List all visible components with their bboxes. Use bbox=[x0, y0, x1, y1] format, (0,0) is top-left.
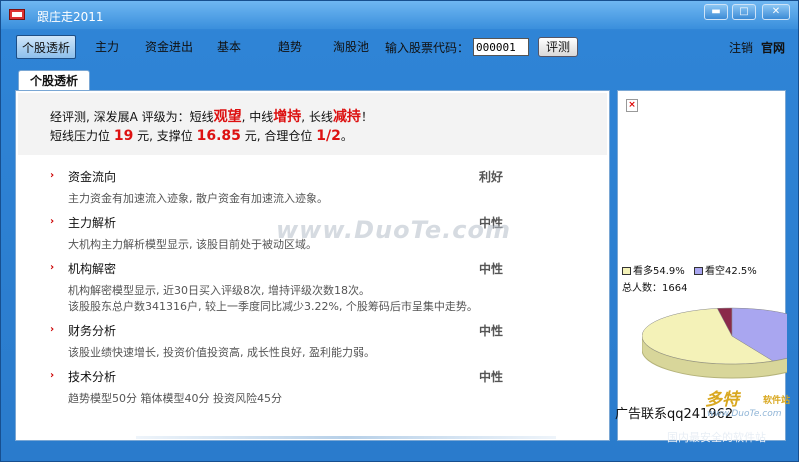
analysis-panel: 经评测, 深发展A 评级为：短线观望, 中线增持, 长线减持！ 短线压力位 19… bbox=[15, 90, 610, 441]
pressure-label: 短线压力位 bbox=[50, 129, 111, 143]
long-term-label: , 长线 bbox=[301, 110, 333, 124]
app-icon bbox=[9, 9, 25, 20]
duote-logo: 多特 软件站 www.DuoTe.com 国内最安全的软件站 bbox=[667, 385, 797, 444]
pressure-value: 19 bbox=[113, 128, 134, 144]
bull-swatch bbox=[622, 267, 631, 275]
position-value: 1/2 bbox=[316, 128, 341, 144]
section-rating: 中性 bbox=[479, 370, 504, 384]
menu-item-fund-flow[interactable]: 资金进出 bbox=[140, 35, 198, 59]
bullet-arrow-icon: › bbox=[50, 170, 55, 181]
rating-summary: 经评测, 深发展A 评级为：短线观望, 中线增持, 长线减持！ 短线压力位 19… bbox=[18, 93, 607, 155]
section-title: 技术分析 bbox=[68, 370, 117, 384]
logo-slogan: 国内最安全的软件站 bbox=[667, 431, 766, 444]
stock-code-input[interactable] bbox=[473, 38, 529, 56]
position-label: 元, 合理仓位 bbox=[244, 129, 313, 143]
logo-name: 多特 bbox=[705, 390, 739, 410]
mid-term-rating: 增持 bbox=[273, 109, 302, 125]
legend-bear: 看空42.5% bbox=[704, 266, 757, 277]
watermark: www.DuoTe.com bbox=[276, 216, 511, 244]
logo-url: www.DuoTe.com bbox=[707, 409, 782, 419]
legend-bull: 看多54.9% bbox=[633, 266, 685, 277]
bear-swatch bbox=[693, 267, 703, 275]
sentiment-pie-chart bbox=[642, 307, 787, 379]
section-detail: 该股股东总户数341316户, 较上一季度同比减少3.22%, 个股筹码后市呈集… bbox=[68, 300, 478, 313]
app-window: 跟庄走2011 ▬ □ ✕ 个股透析 主力 资金进出 基本 趋势 淘股池 输入股… bbox=[0, 0, 799, 462]
menu-item-stock-analysis[interactable]: 个股透析 bbox=[16, 35, 77, 59]
maximize-button[interactable]: □ bbox=[732, 4, 756, 20]
menu-item-fundamentals[interactable]: 基本 bbox=[212, 35, 246, 59]
window-title: 跟庄走2011 bbox=[37, 10, 104, 24]
support-label: 元, 支撑位 bbox=[137, 129, 193, 143]
tab-stock-analysis[interactable]: 个股透析 bbox=[18, 70, 90, 91]
section-rating: 利好 bbox=[479, 170, 504, 184]
rating-suffix: ！ bbox=[360, 110, 373, 124]
mid-term-label: , 中线 bbox=[241, 110, 274, 124]
close-button[interactable]: ✕ bbox=[762, 4, 790, 20]
bullet-arrow-icon: › bbox=[50, 324, 55, 335]
section-title: 财务分析 bbox=[68, 324, 117, 338]
section-detail: 主力资金有加速流入迹象, 散户资金有加速流入迹象。 bbox=[68, 192, 328, 205]
chart-legend: 看多54.9% 看空42.5% bbox=[622, 262, 757, 277]
section-title: 主力解析 bbox=[68, 216, 117, 230]
rating-line: 经评测, 深发展A 评级为：短线观望, 中线增持, 长线减持！ bbox=[50, 106, 373, 126]
section-rating: 中性 bbox=[479, 262, 504, 276]
logout-link[interactable]: 注销 bbox=[729, 39, 753, 56]
participant-count: 总人数：1664 bbox=[622, 283, 688, 294]
bullet-arrow-icon: › bbox=[50, 216, 55, 227]
broken-image-icon: × bbox=[626, 99, 638, 112]
support-value: 16.85 bbox=[196, 128, 241, 144]
section-title: 机构解密 bbox=[68, 262, 117, 276]
evaluate-button[interactable]: 评测 bbox=[538, 37, 578, 57]
section-title: 资金流向 bbox=[68, 170, 117, 184]
section-rating: 中性 bbox=[479, 324, 504, 338]
section-detail: 趋势模型50分 箱体模型40分 投资风险45分 bbox=[68, 392, 282, 405]
rating-prefix: 经评测, 深发展A 评级为：短线 bbox=[50, 110, 214, 124]
logo-sub: 软件站 bbox=[763, 396, 791, 406]
menu-item-stock-pool[interactable]: 淘股池 bbox=[328, 35, 374, 59]
menu-item-trend[interactable]: 趋势 bbox=[273, 35, 307, 59]
short-term-rating: 观望 bbox=[213, 109, 242, 125]
horizontal-scrollbar[interactable] bbox=[136, 436, 556, 439]
menu-bar: 个股透析 主力 资金进出 基本 趋势 淘股池 输入股票代码： 评测 注销 官网 bbox=[1, 31, 798, 63]
long-term-rating: 减持 bbox=[332, 109, 361, 125]
menu-item-main-force[interactable]: 主力 bbox=[90, 35, 124, 59]
bullet-arrow-icon: › bbox=[50, 262, 55, 273]
section-detail: 该股业绩快速增长, 投资价值投资高, 成长性良好, 盈利能力弱。 bbox=[68, 346, 375, 359]
stock-code-label: 输入股票代码： bbox=[385, 41, 470, 55]
official-site-link[interactable]: 官网 bbox=[761, 39, 785, 56]
price-levels-line: 短线压力位 19 元, 支撑位 16.85 元, 合理仓位 1/2。 bbox=[50, 127, 353, 144]
levels-suffix: 。 bbox=[340, 129, 353, 143]
section-detail: 机构解密模型显示, 近30日买入评级8次, 增持评级次数18次。 bbox=[68, 284, 370, 297]
title-bar: 跟庄走2011 ▬ □ ✕ bbox=[1, 1, 798, 29]
minimize-button[interactable]: ▬ bbox=[704, 4, 728, 20]
bullet-arrow-icon: › bbox=[50, 370, 55, 381]
